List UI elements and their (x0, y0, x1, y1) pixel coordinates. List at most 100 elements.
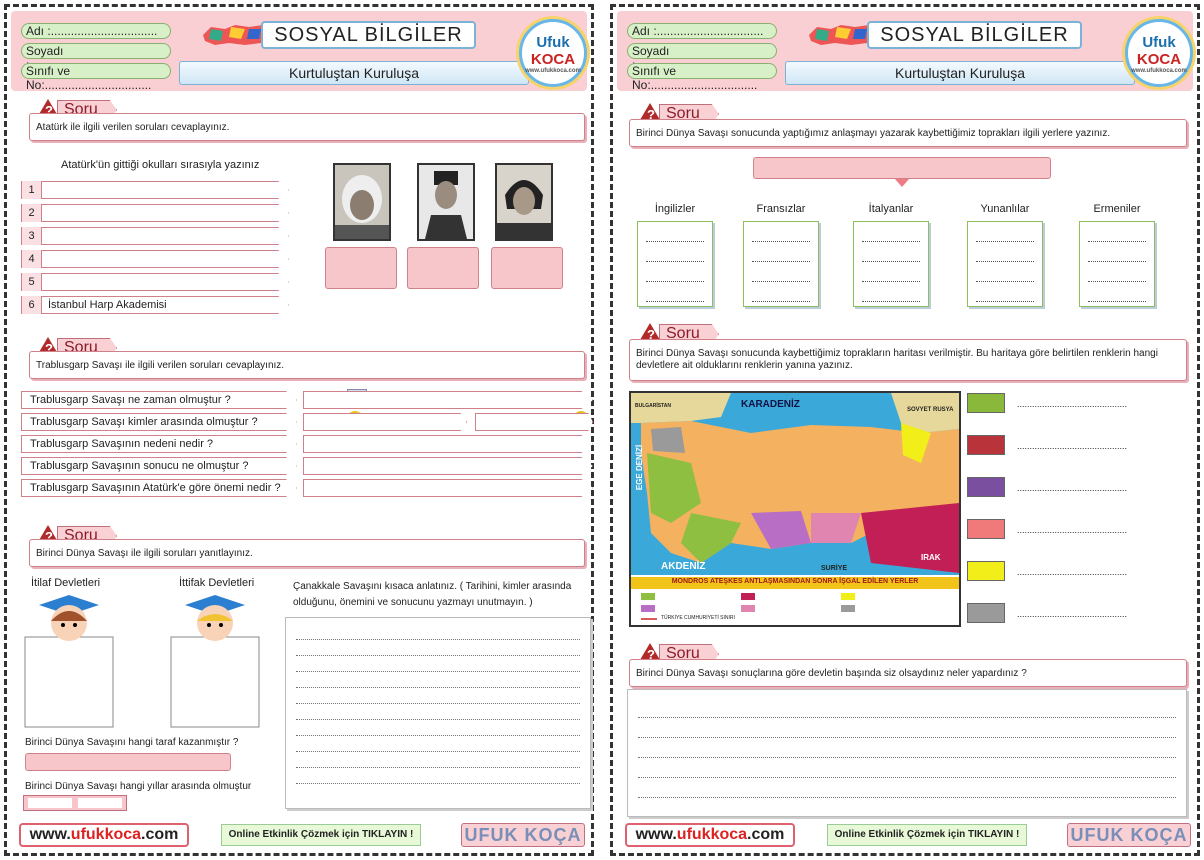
winner-answer[interactable] (25, 753, 231, 771)
trablusgarp-question-3: Trablusgarp Savaşının nedeni nedir ? (21, 435, 297, 453)
header: Adı :................................ So… (11, 11, 587, 92)
schools-title: Atatürk'ün gittiği okulları sırasıyla ya… (61, 159, 260, 171)
swatch-answer-line[interactable]: ........................................… (1017, 525, 1127, 535)
school-row-6[interactable]: 6 İstanbul Harp Akademisi (21, 296, 289, 314)
class-field[interactable]: Sınıfı ve No:...........................… (21, 63, 171, 92)
swatch-answer-line[interactable]: ........................................… (1017, 483, 1127, 493)
answer-side-2[interactable] (475, 413, 593, 431)
label-irak: IRAK (921, 553, 941, 562)
nation-label: Ermeniler (1093, 203, 1141, 215)
surname-field[interactable]: Soyadı :................................ (627, 43, 777, 72)
swatch-answer-line[interactable]: ........................................… (1017, 441, 1127, 451)
row-number: 6 (22, 296, 42, 314)
row-number: 1 (22, 181, 42, 199)
header: Adı :................................ So… (617, 11, 1193, 92)
label-akdeniz: AKDENİZ (661, 561, 706, 572)
color-swatch-5 (967, 561, 1005, 581)
nation-label: Yunanlılar (980, 203, 1030, 215)
trablusgarp-answer-1[interactable] (303, 391, 593, 409)
label-karadeniz: KARADENİZ (741, 399, 800, 410)
color-swatch-1 (967, 393, 1005, 413)
swatch-answer-line[interactable]: ........................................… (1017, 399, 1127, 409)
question-1-prompt: Birinci Dünya Savaşı sonucunda yaptığımı… (629, 119, 1187, 147)
footer: www.ufukkoca.com Online Etkinlik Çözmek … (11, 823, 587, 849)
canakkale-question: Çanakkale Savaşını kısaca anlatınız. ( T… (293, 581, 572, 608)
answer-side-1[interactable] (303, 413, 467, 431)
occupation-map: KARADENİZ AKDENİZ EGE DENİZİ SURİYE IRAK… (629, 391, 961, 627)
trablusgarp-question-5: Trablusgarp Savaşının Atatürk'e göre öne… (21, 479, 297, 497)
school-row-3[interactable]: 3 (21, 227, 289, 245)
portrait-woman (495, 163, 553, 241)
surname-field[interactable]: Soyadı :................................ (21, 43, 171, 72)
swatch-answer-line[interactable]: ........................................… (1017, 567, 1127, 577)
trablusgarp-answer-5[interactable] (303, 479, 593, 497)
answer-box-3[interactable] (491, 247, 563, 289)
question-2-prompt: Trablusgarp Savaşı ile ilgili verilen so… (29, 351, 585, 379)
portrait-ataturk (417, 163, 475, 241)
answer-box-2[interactable] (407, 247, 479, 289)
school-row-4[interactable]: 4 (21, 250, 289, 268)
question-2-prompt: Birinci Dünya Savaşı sonucunda kaybettiğ… (629, 339, 1187, 381)
trablusgarp-answer-4[interactable] (303, 457, 593, 475)
nation-answer-paper[interactable] (1079, 221, 1155, 307)
color-swatch-6 (967, 603, 1005, 623)
ufuk-koca-logo: Ufuk KOCA www.ufukkoca.com (1125, 19, 1193, 87)
topic-title: Kurtuluştan Kuruluşa (179, 61, 529, 85)
end-year-input[interactable] (78, 798, 122, 808)
nation-answer-paper[interactable] (967, 221, 1043, 307)
row-number: 3 (22, 227, 42, 245)
question-1-prompt: Atatürk ile ilgili verilen soruları ceva… (29, 113, 585, 141)
page-title: SOSYAL BİLGİLER (867, 21, 1082, 49)
map-caption: MONDROS ATEŞKES ANTLAŞMASINDAN SONRA İŞG… (671, 578, 919, 585)
name-field[interactable]: Adı :................................ (21, 23, 171, 39)
winner-question: Birinci Dünya Savaşını hangi taraf kazan… (25, 737, 239, 748)
nation-label: İtalyanlar (868, 203, 914, 215)
portrait-mother (333, 163, 391, 241)
row-number: 2 (22, 204, 42, 222)
answer-box-1[interactable] (325, 247, 397, 289)
ittifak-scroll-boy (170, 595, 260, 728)
website-link[interactable]: www.ufukkoca.com (19, 823, 189, 847)
trablusgarp-answer-3[interactable] (303, 435, 593, 453)
name-field[interactable]: Adı :................................ (627, 23, 777, 39)
row-number: 4 (22, 250, 42, 268)
opinion-answer-area[interactable] (627, 689, 1187, 817)
school-text: İstanbul Harp Akademisi (48, 299, 167, 311)
ufuk-koca-logo: Ufuk KOCA www.ufukkoca.com (519, 19, 587, 87)
nation-label: İngilizler (654, 203, 696, 215)
years-question: Birinci Dünya Savaşı hangi yıllar arasın… (25, 781, 252, 792)
brand-logo: UFUK KOÇA (461, 823, 585, 847)
canakkale-answer-area[interactable] (285, 617, 591, 809)
label-sovyet: SOVYET RUSYA (907, 407, 954, 413)
worksheet-page-1: Adı :................................ So… (4, 4, 594, 856)
years-answer[interactable] (23, 795, 127, 811)
school-row-5[interactable]: 5 (21, 273, 289, 291)
trablusgarp-question-4: Trablusgarp Savaşının sonucu ne olmuştur… (21, 457, 297, 475)
question-3-prompt: Birinci Dünya Savaşı sonuçlarına göre de… (629, 659, 1187, 687)
nation-answer-paper[interactable] (637, 221, 713, 307)
row-number: 5 (22, 273, 42, 291)
ittifak-label: İttifak Devletleri (179, 577, 255, 589)
topic-title: Kurtuluştan Kuruluşa (785, 61, 1135, 85)
color-swatch-4 (967, 519, 1005, 539)
treaty-answer-box[interactable] (753, 157, 1051, 179)
itilaf-scroll-girl (24, 595, 114, 728)
swatch-answer-line[interactable]: ........................................… (1017, 609, 1127, 619)
color-swatch-2 (967, 435, 1005, 455)
nation-answer-paper[interactable] (743, 221, 819, 307)
website-link[interactable]: www.ufukkoca.com (625, 823, 795, 847)
school-row-1[interactable]: 1 (21, 181, 289, 199)
down-arrow-icon (895, 179, 909, 187)
school-row-2[interactable]: 2 (21, 204, 289, 222)
color-swatch-3 (967, 477, 1005, 497)
nation-answer-paper[interactable] (853, 221, 929, 307)
page-title: SOSYAL BİLGİLER (261, 21, 476, 49)
online-activity-button[interactable]: Online Etkinlik Çözmek için TIKLAYIN ! (827, 824, 1027, 846)
online-activity-button[interactable]: Online Etkinlik Çözmek için TIKLAYIN ! (221, 824, 421, 846)
map-border-legend: TÜRKİYE CUMHURİYETİ SINIRI (661, 615, 735, 621)
start-year-input[interactable] (28, 798, 72, 808)
brand-logo: UFUK KOÇA (1067, 823, 1191, 847)
class-field[interactable]: Sınıfı ve No:...........................… (627, 63, 777, 92)
itilaf-label: İtilaf Devletleri (31, 577, 101, 589)
label-ege: EGE DENİZİ (635, 444, 645, 491)
